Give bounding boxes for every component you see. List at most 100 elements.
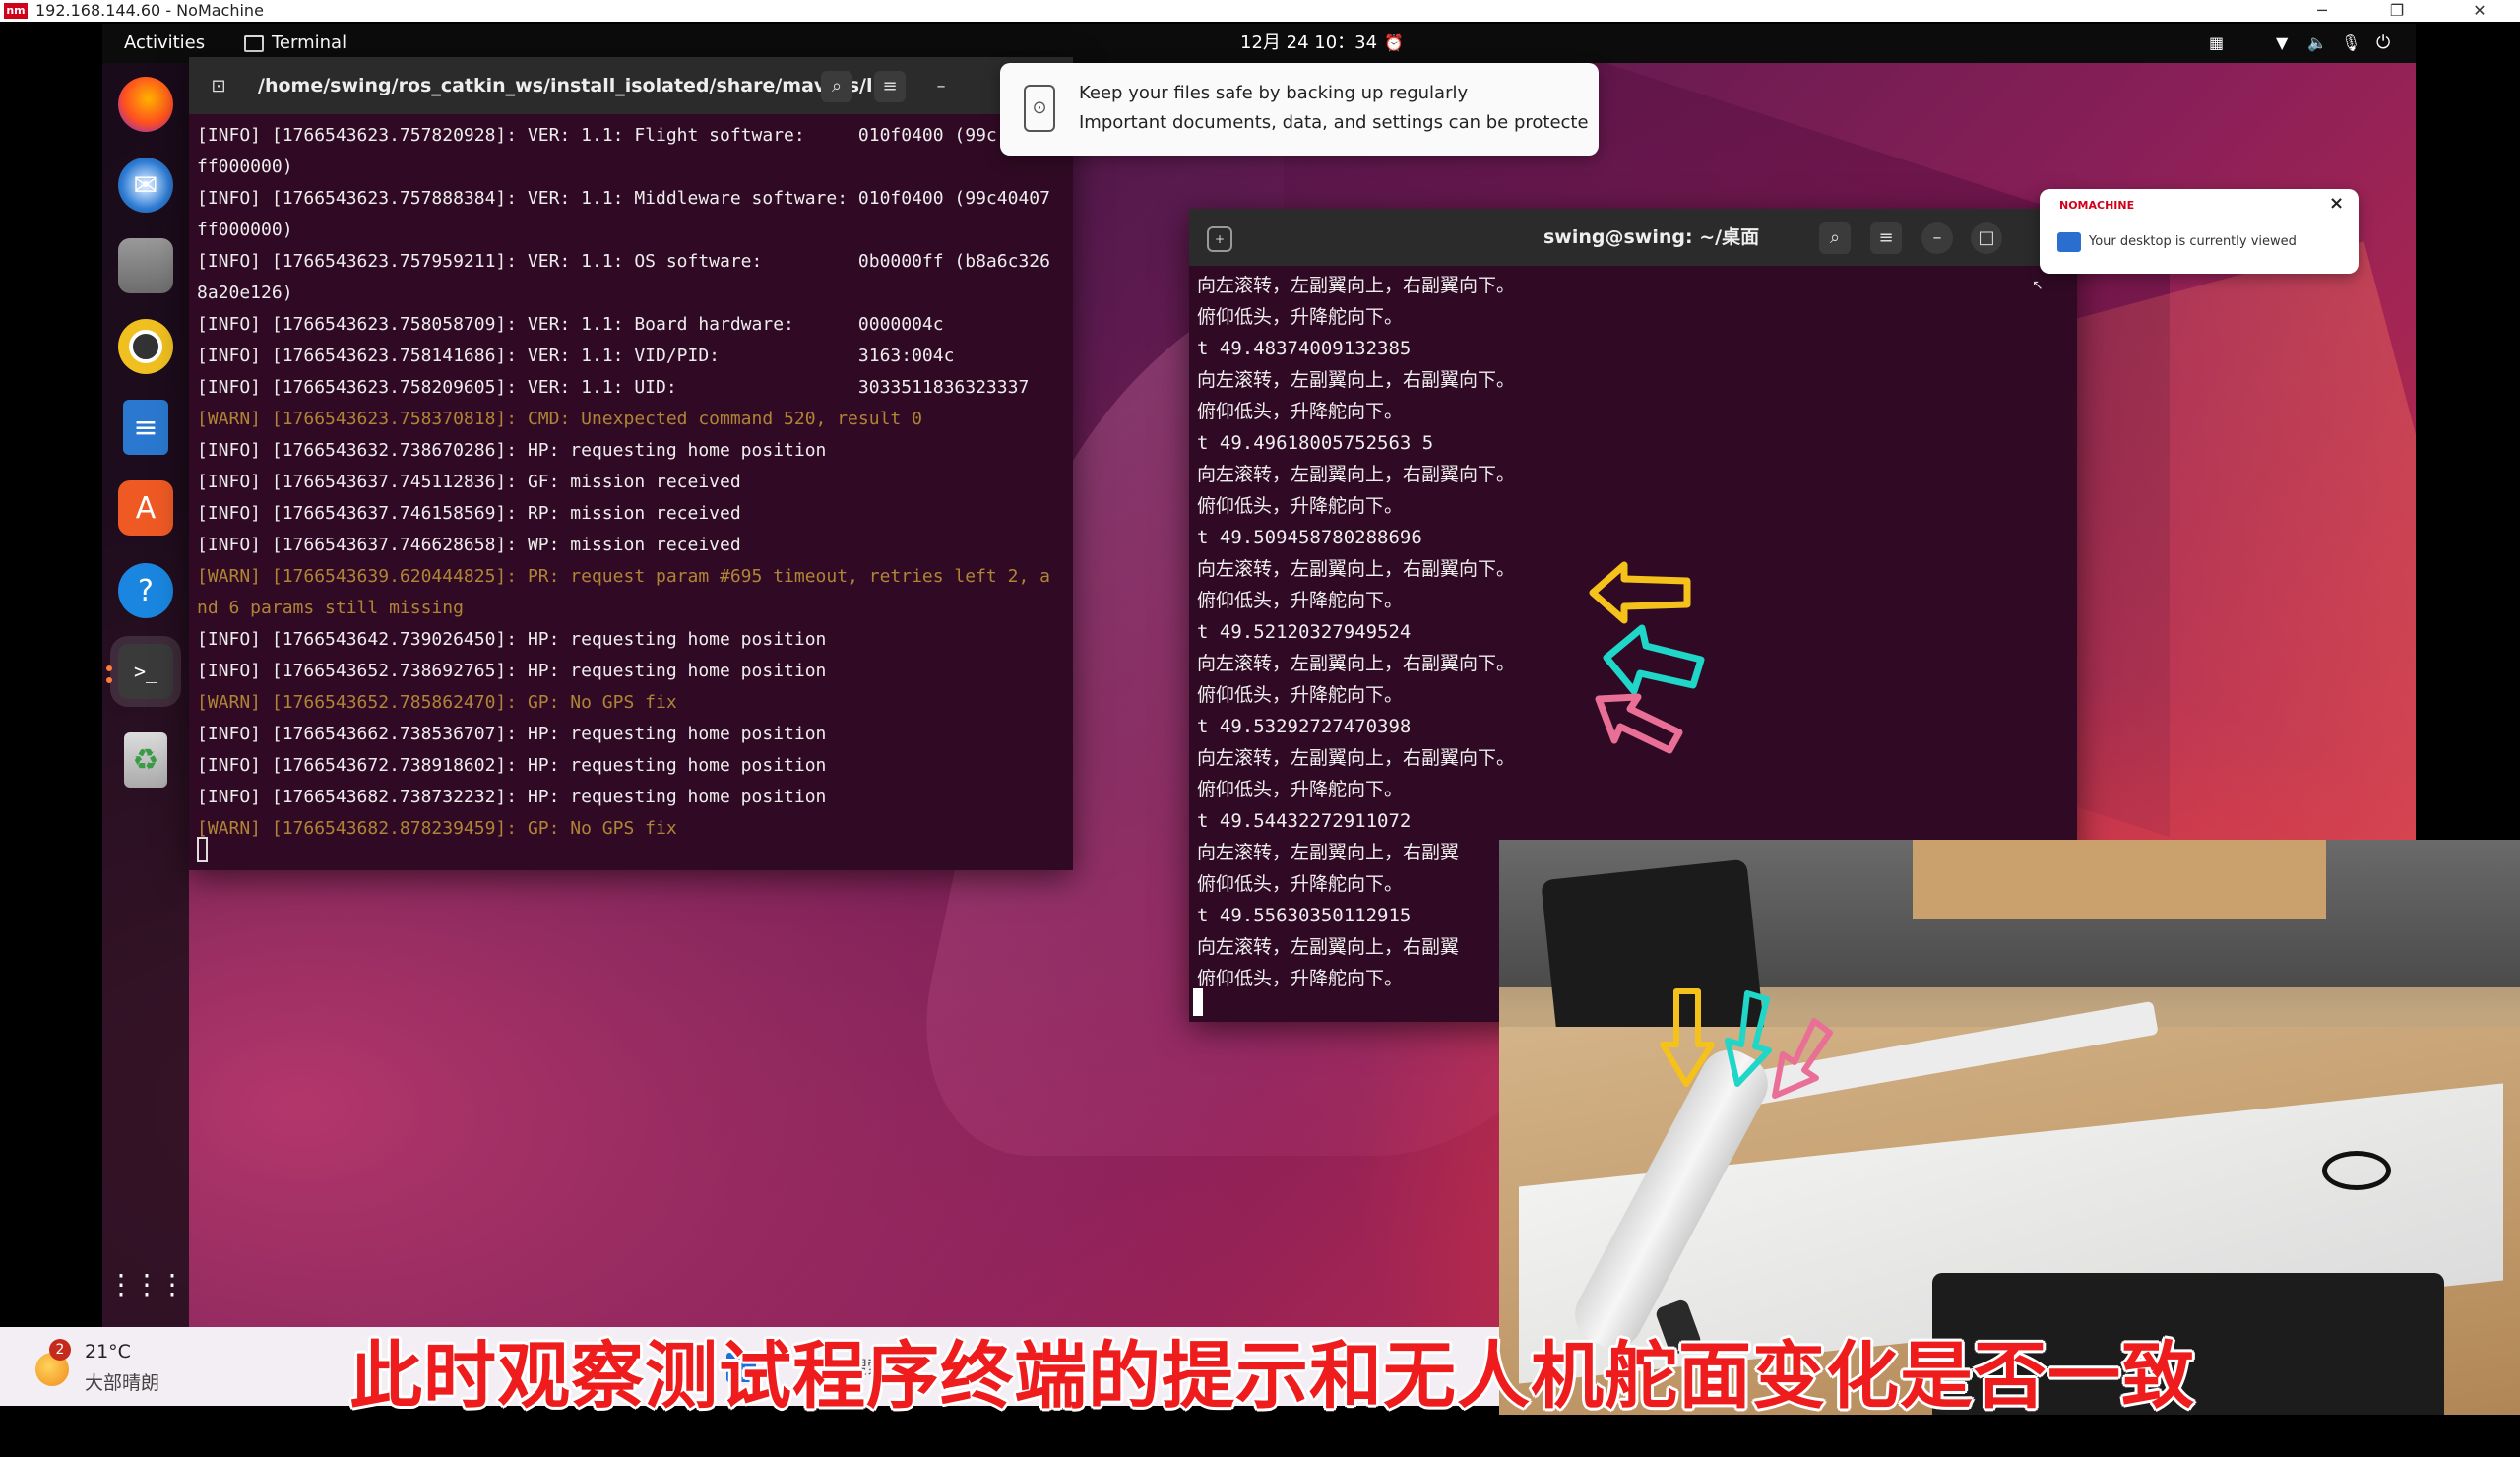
pink-arrow [1595,693,1683,754]
desktop-viewed-icon [2057,232,2081,252]
hamburger-menu-icon[interactable]: ≡ [1870,222,1902,254]
files-icon[interactable] [118,238,173,293]
window-title: 192.168.144.60 - NoMachine [35,1,264,20]
terminal-line: t 49.48374009132385 [1197,338,1412,359]
cyan-arrow [1725,990,1772,1087]
new-tab-icon[interactable]: + [1207,226,1232,252]
wifi-icon[interactable]: ▼ [2276,24,2288,63]
terminal-line: 8a20e126) [197,283,293,303]
terminal-icon[interactable]: >_ [118,644,173,699]
search-icon[interactable]: ⌕ [1819,222,1851,254]
terminal-line: [INFO] [1766543623.757820928]: VER: 1.1:… [197,125,997,146]
app-name: Terminal [272,32,347,53]
terminal-line: 俯仰低头，升降舵向下。 [1197,306,1404,328]
terminal-line: 俯仰低头，升降舵向下。 [1197,401,1404,422]
hamburger-menu-icon[interactable]: ≡ [874,71,906,102]
camera-annotation-arrows [1660,988,1833,1099]
dock: ✉ ≡ A ? >_ ♻ ⋮⋮⋮ [102,63,189,1327]
terminal-line: 向左滚转，左副翼向上，右副翼向下。 [1197,464,1516,485]
rhythmbox-icon[interactable] [118,319,173,374]
minimize-icon[interactable]: – [925,71,957,102]
terminal-line: [INFO] [1766543623.758058709]: VER: 1.1:… [197,314,944,335]
search-icon[interactable]: ⌕ [821,71,852,102]
nomachine-popup[interactable]: NOMACHINE × Your desktop is currently vi… [2040,189,2359,274]
popup-message: Your desktop is currently viewed [2089,234,2297,249]
terminal-line: 向左滚转，左副翼向上，右副翼向下。 [1197,369,1516,391]
terminal-window-mavros[interactable]: ⊡ /home/swing/ros_catkin_ws/install_isol… [189,57,1073,870]
close-button[interactable]: ✕ [2457,0,2502,22]
network-icon[interactable]: ▦ [2209,24,2224,63]
terminal-line: [WARN] [1766543652.785862470]: GP: No GP… [197,692,677,713]
help-icon[interactable]: ? [118,563,173,618]
minimize-button[interactable]: ─ [2300,0,2345,22]
weather-badge: 2 [49,1339,71,1361]
terminal-line: [INFO] [1766543637.746158569]: RP: missi… [197,503,741,524]
terminal-line: [INFO] [1766543623.757959211]: VER: 1.1:… [197,251,1050,272]
trash-icon[interactable]: ♻ [124,732,167,788]
terminal-line: t 49.509458780288696 [1197,527,1422,548]
writer-icon[interactable]: ≡ [123,400,168,455]
app-center-icon[interactable]: A [118,480,173,536]
terminal-line: [INFO] [1766543652.738692765]: HP: reque… [197,661,827,681]
show-apps-icon[interactable]: ⋮⋮⋮ [107,1256,186,1311]
weather-condition: 大部晴朗 [85,1372,160,1394]
new-tab-icon[interactable]: ⊡ [203,71,234,102]
popup-close-icon[interactable]: × [2329,193,2344,214]
volume-icon[interactable]: 🔈 [2307,24,2327,63]
running-indicator [106,665,112,671]
terminal-small-icon [244,34,264,52]
clock[interactable]: 12月 24 10：34 [1240,24,1377,63]
terminal-line: [INFO] [1766543637.745112836]: GF: missi… [197,472,741,492]
terminal-line: [INFO] [1766543642.739026450]: HP: reque… [197,629,827,650]
text-cursor [197,837,208,862]
cable-coil [2322,1151,2391,1190]
firefox-icon[interactable] [118,77,173,132]
cyan-arrow [1603,624,1705,695]
backup-icon: ⊙ [1024,85,1055,132]
power-icon[interactable]: ⏻ [2376,24,2390,63]
cardboard-box [1913,840,2326,919]
minimize-icon[interactable]: – [1922,222,1953,254]
terminal-header: + swing@swing: ~/桌面 ⌕ ≡ – □ [1189,209,2077,266]
text-cursor [1193,988,1203,1016]
terminal-line: nd 6 params still missing [197,598,464,618]
terminal-line: t 49.54432272911072 [1197,810,1412,832]
terminal-line: [INFO] [1766543632.738670286]: HP: reque… [197,440,827,461]
running-indicator [106,677,112,683]
terminal-line: 俯仰低头，升降舵向下。 [1197,495,1404,517]
terminal-line: [WARN] [1766543639.620444825]: PR: reque… [197,566,1050,587]
notification-body: Important documents, data, and settings … [1079,112,1589,133]
terminal-line: [WARN] [1766543682.878239459]: GP: No GP… [197,818,677,839]
terminal-line: [INFO] [1766543623.758209605]: VER: 1.1:… [197,377,1030,398]
mouse-pointer-icon: ↖ [2032,278,2044,293]
annotation-arrows [1589,561,1705,754]
terminal-line: [INFO] [1766543682.738732232]: HP: reque… [197,787,827,807]
yellow-arrow [1589,561,1691,624]
notification-title: Keep your files safe by backing up regul… [1079,83,1469,103]
nomachine-logo: nm [4,3,28,19]
restore-button[interactable]: ❐ [2374,0,2420,22]
terminal-line: 俯仰低头，升降舵向下。 [1197,779,1404,800]
terminal-line: [WARN] [1766543623.758370818]: CMD: Unex… [197,409,922,429]
terminal-line: [INFO] [1766543672.738918602]: HP: reque… [197,755,827,776]
terminal-line: 向左滚转，左副翼向上，右副翼向下。 [1197,275,1516,296]
terminal-line: [INFO] [1766543623.757888384]: VER: 1.1:… [197,188,1050,209]
mic-icon[interactable]: 🎙 [2341,24,2361,63]
terminal-line: ff000000) [197,220,293,240]
backup-notification[interactable]: ⊙ Keep your files safe by backing up reg… [1000,63,1599,156]
video-caption: 此时观察测试程序终端的提示和无人机舵面变化是否一致 [349,1334,2195,1419]
terminal-header: ⊡ /home/swing/ros_catkin_ws/install_isol… [189,57,1073,114]
nomachine-titlebar: nm 192.168.144.60 - NoMachine ─ ❐ ✕ [0,0,2520,22]
temperature: 21°C [85,1341,131,1362]
maximize-icon[interactable]: □ [1971,222,2002,254]
terminal-line: [INFO] [1766543662.738536707]: HP: reque… [197,724,827,744]
terminal-line: ff000000) [197,157,293,177]
thunderbird-icon[interactable]: ✉ [118,158,173,213]
nomachine-brand: NOMACHINE [2059,199,2135,212]
terminal-title: swing@swing: ~/桌面 [1544,226,1760,248]
terminal-line: [INFO] [1766543623.758141686]: VER: 1.1:… [197,346,955,366]
terminal-line: t 49.49618005752563 5 [1197,432,1434,454]
terminal-line: [INFO] [1766543637.746628658]: WP: missi… [197,535,741,555]
terminal-output[interactable]: [INFO] [1766543623.757820928]: VER: 1.1:… [197,120,1065,868]
pink-arrow [1772,1018,1833,1099]
